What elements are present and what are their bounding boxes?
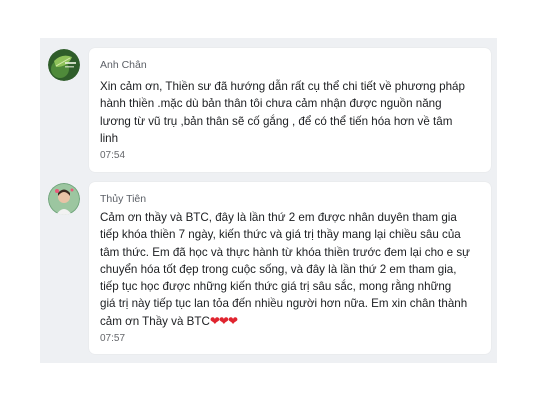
person-avatar-icon xyxy=(48,183,80,215)
comment-author[interactable]: Anh Chân xyxy=(100,59,147,71)
comment-time: 07:57 xyxy=(100,333,126,344)
heart-emoji-icon: ❤❤❤ xyxy=(209,313,238,328)
avatar[interactable] xyxy=(48,183,80,215)
comment-text: Cảm ơn thầy và BTC, đây là lần thứ 2 em … xyxy=(100,209,486,330)
avatar[interactable] xyxy=(48,49,80,81)
leaf-avatar-icon xyxy=(48,49,80,81)
comment-text-content: Cảm ơn thầy và BTC, đây là lần thứ 2 em … xyxy=(100,211,470,328)
comment-time: 07:54 xyxy=(100,150,126,161)
comment-author[interactable]: Thủy Tiên xyxy=(100,193,146,205)
comment-text: Xin cảm ơn, Thiền sư đã hướng dẫn rất cụ… xyxy=(100,80,465,145)
